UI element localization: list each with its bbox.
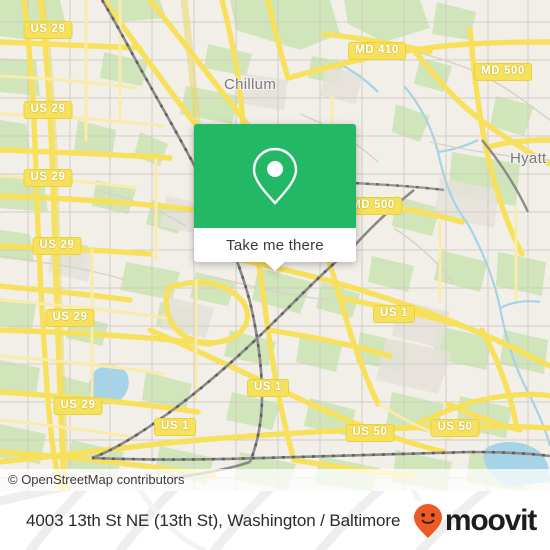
moovit-logo[interactable]: moovit	[413, 503, 537, 539]
popup-action-area[interactable]: Take me there	[194, 228, 356, 271]
popup-icon-area	[194, 124, 356, 228]
moovit-location-card: Chillum Hyatt US 29 US 29 US 29 US 29 US…	[0, 0, 550, 550]
moovit-wordmark: moovit	[444, 503, 537, 537]
footer-bar: 4003 13th St NE (13th St), Washington / …	[0, 491, 550, 550]
location-popup-card[interactable]: Take me there	[194, 124, 356, 271]
map-canvas[interactable]: Chillum Hyatt US 29 US 29 US 29 US 29 US…	[0, 0, 550, 491]
take-me-there-label: Take me there	[226, 236, 324, 254]
footer-content: 4003 13th St NE (13th St), Washington / …	[0, 491, 550, 550]
map-attribution[interactable]: © OpenStreetMap contributors	[0, 469, 550, 491]
popup-pointer	[264, 261, 286, 271]
moovit-smiley-pin-icon	[413, 503, 442, 538]
map-pin-icon	[252, 147, 298, 205]
address-text: 4003 13th St NE (13th St), Washington / …	[26, 510, 401, 530]
